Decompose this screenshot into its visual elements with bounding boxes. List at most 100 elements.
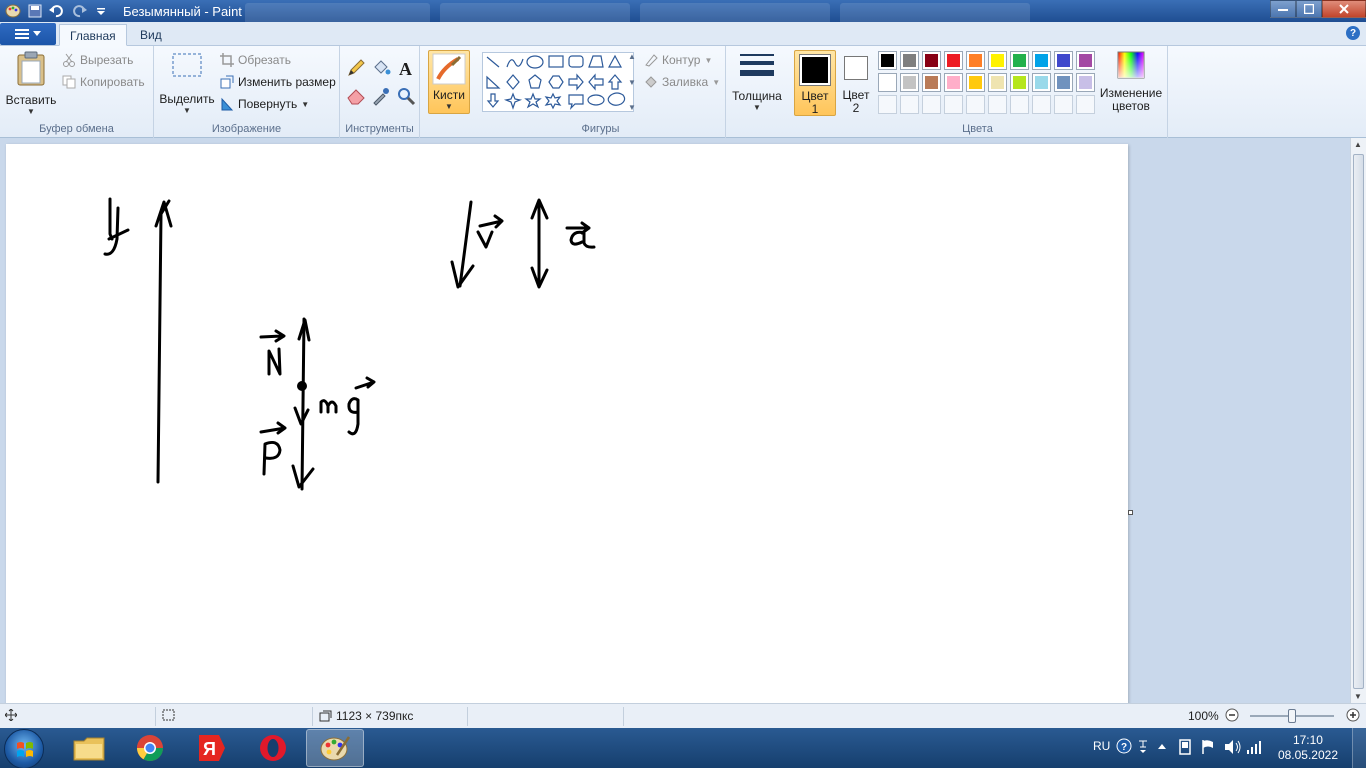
device-icon[interactable] (1178, 739, 1192, 758)
palette-color-swatch[interactable] (1054, 73, 1073, 92)
shapes-gallery[interactable] (482, 52, 634, 112)
zoom-in-button[interactable] (1346, 708, 1360, 722)
palette-color-swatch[interactable] (1010, 51, 1029, 70)
redo-icon[interactable] (70, 2, 88, 20)
palette-color-swatch[interactable] (944, 51, 963, 70)
cut-label: Вырезать (80, 53, 134, 67)
show-desktop-button[interactable] (1352, 728, 1366, 768)
palette-empty-swatch[interactable] (1010, 95, 1029, 114)
fill-bucket-icon[interactable] (371, 58, 391, 81)
taskbar-paint[interactable] (306, 729, 364, 767)
scrollbar-thumb[interactable] (1353, 154, 1364, 689)
paint-app-icon[interactable] (4, 2, 22, 20)
language-indicator[interactable]: RU (1093, 739, 1110, 753)
palette-color-swatch[interactable] (900, 51, 919, 70)
taskbar-opera[interactable] (244, 729, 302, 767)
network-signal-icon[interactable] (1246, 739, 1262, 758)
palette-empty-swatch[interactable] (966, 95, 985, 114)
tab-view[interactable]: Вид (130, 24, 172, 46)
eraser-icon[interactable] (346, 86, 366, 109)
action-center-flag-icon[interactable] (1200, 739, 1216, 758)
volume-icon[interactable] (1224, 739, 1242, 758)
taskbar-explorer[interactable] (60, 729, 118, 767)
fill-button[interactable]: Заливка ▼ (644, 72, 720, 92)
palette-color-swatch[interactable] (922, 51, 941, 70)
palette-empty-swatch[interactable] (988, 95, 1007, 114)
expand-gallery-icon[interactable]: ▼ (628, 103, 636, 112)
undo-icon[interactable] (48, 2, 66, 20)
palette-color-swatch[interactable] (944, 73, 963, 92)
chevron-down-icon[interactable]: ▼ (628, 78, 636, 87)
shapes-scroll[interactable]: ▲ ▼ ▼ (626, 52, 638, 112)
palette-empty-swatch[interactable] (1076, 95, 1095, 114)
file-menu-button[interactable] (0, 23, 56, 45)
customize-qat-icon[interactable] (92, 2, 110, 20)
canvas-resize-handle[interactable] (1128, 510, 1133, 515)
clock[interactable]: 17:10 08.05.2022 (1278, 733, 1338, 763)
chevron-up-icon[interactable]: ▲ (628, 52, 636, 61)
palette-color-swatch[interactable] (966, 51, 985, 70)
colors-group-label: Цвета (962, 123, 993, 135)
palette-color-swatch[interactable] (1076, 51, 1095, 70)
palette-empty-swatch[interactable] (1054, 95, 1073, 114)
tools-group-label: Инструменты (345, 123, 414, 135)
background-window (640, 3, 830, 22)
palette-empty-swatch[interactable] (922, 95, 941, 114)
ime-options-icon[interactable] (1137, 738, 1149, 757)
scroll-up-arrow[interactable]: ▲ (1354, 140, 1362, 149)
start-button[interactable] (4, 729, 44, 768)
color1-button[interactable]: Цвет 1 (794, 50, 836, 116)
brushes-button[interactable]: Кисти ▼ (428, 50, 470, 114)
magnifier-icon[interactable] (396, 86, 416, 109)
palette-color-swatch[interactable] (878, 51, 897, 70)
resize-button[interactable]: Изменить размер (220, 72, 336, 92)
text-tool-icon[interactable]: A (396, 58, 416, 81)
select-button[interactable]: Выделить ▼ (159, 51, 215, 115)
cut-button[interactable]: Вырезать (62, 50, 133, 70)
palette-color-swatch[interactable] (966, 73, 985, 92)
palette-empty-swatch[interactable] (1032, 95, 1051, 114)
rotate-button[interactable]: Повернуть ▼ (220, 94, 309, 114)
palette-color-swatch[interactable] (1010, 73, 1029, 92)
palette-color-swatch[interactable] (988, 51, 1007, 70)
color-picker-icon[interactable] (371, 86, 391, 109)
outline-button[interactable]: Контур ▼ (644, 50, 712, 70)
maximize-button[interactable] (1296, 0, 1322, 18)
color2-number: 2 (852, 101, 860, 115)
taskbar-chrome[interactable] (121, 729, 179, 767)
language-help-icon[interactable]: ? (1116, 738, 1132, 757)
vertical-scrollbar[interactable]: ▲ ▼ (1350, 138, 1366, 703)
palette-color-swatch[interactable] (922, 73, 941, 92)
svg-text:?: ? (1121, 742, 1127, 753)
zoom-out-button[interactable] (1225, 708, 1239, 722)
copy-button[interactable]: Копировать (62, 72, 145, 92)
paste-button[interactable]: Вставить ▼ (6, 51, 56, 116)
edit-colors-button[interactable]: Изменение цветов (1096, 51, 1166, 112)
color2-button[interactable]: Цвет 2 (838, 50, 874, 116)
palette-color-swatch[interactable] (988, 73, 1007, 92)
palette-color-swatch[interactable] (1054, 51, 1073, 70)
palette-color-swatch[interactable] (878, 73, 897, 92)
show-hidden-icons[interactable] (1157, 740, 1167, 754)
palette-color-swatch[interactable] (1076, 73, 1095, 92)
taskbar-yandex[interactable]: Я (182, 729, 240, 767)
palette-empty-swatch[interactable] (944, 95, 963, 114)
size-button[interactable]: Толщина ▼ (732, 52, 782, 112)
brush-icon (432, 53, 466, 85)
palette-color-swatch[interactable] (1032, 51, 1051, 70)
pencil-icon[interactable] (346, 58, 366, 81)
palette-color-swatch[interactable] (1032, 73, 1051, 92)
close-button[interactable] (1322, 0, 1366, 18)
palette-empty-swatch[interactable] (878, 95, 897, 114)
help-icon[interactable]: ? (1346, 26, 1360, 40)
crop-button[interactable]: Обрезать (220, 50, 291, 70)
tab-home[interactable]: Главная (59, 24, 127, 46)
palette-color-swatch[interactable] (900, 73, 919, 92)
scroll-down-arrow[interactable]: ▼ (1354, 692, 1362, 701)
edit-colors-label-2: цветов (1112, 99, 1150, 113)
minimize-button[interactable] (1270, 0, 1296, 18)
zoom-slider-thumb[interactable] (1288, 709, 1296, 723)
palette-empty-swatch[interactable] (900, 95, 919, 114)
save-icon[interactable] (26, 2, 44, 20)
drawing-canvas[interactable] (6, 144, 1128, 703)
